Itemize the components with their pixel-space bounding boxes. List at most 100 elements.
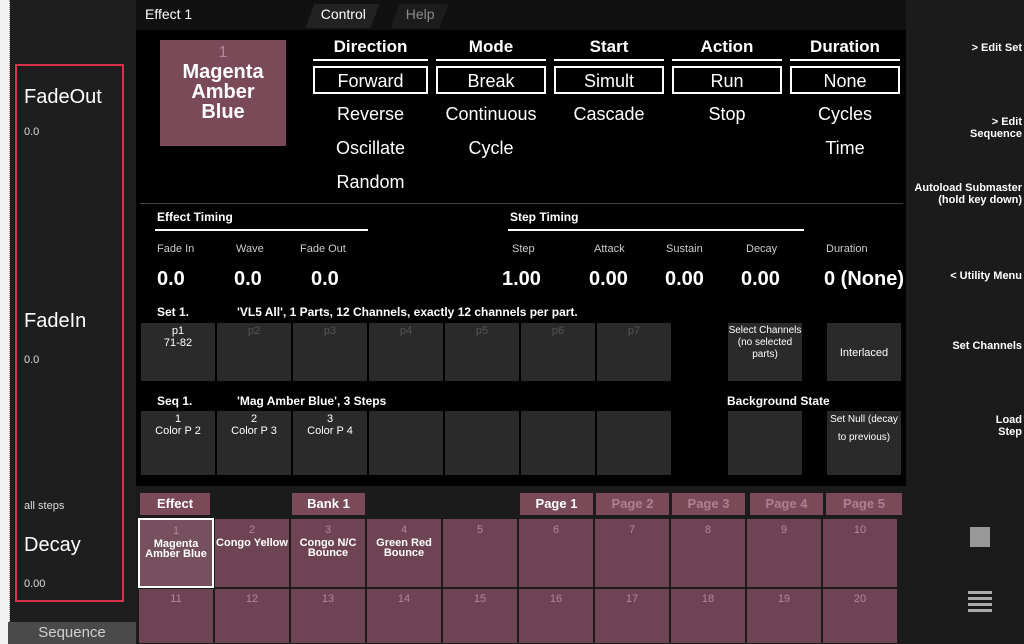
- effect-slot[interactable]: 6: [518, 518, 594, 588]
- fade-out-value[interactable]: 0.0: [311, 268, 339, 291]
- duration-timing-label: Duration: [826, 243, 868, 255]
- part-cell[interactable]: p5: [444, 322, 520, 382]
- effect-title: Effect 1: [145, 6, 193, 22]
- direction-oscillate[interactable]: Oscillate: [313, 135, 428, 163]
- utility-menu-button[interactable]: < Utility Menu: [906, 270, 1022, 282]
- part-cell[interactable]: p6: [520, 322, 596, 382]
- effect-timing-rule: [155, 229, 368, 231]
- part-cell[interactable]: p1 71-82: [140, 322, 216, 382]
- sustain-label: Sustain: [666, 243, 703, 255]
- duration-cycles[interactable]: Cycles: [790, 101, 900, 129]
- effect-slot[interactable]: 11: [138, 588, 214, 644]
- effect-slot[interactable]: 15: [442, 588, 518, 644]
- effect-slot[interactable]: 4 Green Red Bounce: [366, 518, 442, 588]
- edit-set-button[interactable]: > Edit Set: [962, 42, 1022, 54]
- effect-slot[interactable]: 14: [366, 588, 442, 644]
- action-stop[interactable]: Stop: [672, 101, 782, 129]
- effect-slot[interactable]: 2 Congo Yellow: [214, 518, 290, 588]
- effect-slot[interactable]: 16: [518, 588, 594, 644]
- step-cell-empty[interactable]: [520, 410, 596, 476]
- direction-forward[interactable]: Forward: [313, 66, 428, 94]
- part-cell[interactable]: p3: [292, 322, 368, 382]
- effect-slot[interactable]: 3 Congo N/C Bounce: [290, 518, 366, 588]
- duration-time[interactable]: Time: [790, 135, 900, 163]
- step-value[interactable]: 1.00: [502, 268, 541, 291]
- page-5-button[interactable]: Page 5: [826, 493, 902, 515]
- swatch-name-line: Amber: [191, 81, 255, 103]
- fade-in-value[interactable]: 0.0: [157, 268, 185, 291]
- menu-icon[interactable]: [968, 590, 992, 612]
- sequence-tab[interactable]: Sequence: [8, 622, 136, 644]
- set-null-button[interactable]: Set Null (decay to previous): [826, 410, 902, 476]
- page-2-button[interactable]: Page 2: [596, 493, 669, 515]
- effect-slot[interactable]: 5: [442, 518, 518, 588]
- divider: [140, 203, 903, 204]
- bank-1-button[interactable]: Bank 1: [292, 493, 365, 515]
- background-state-cell[interactable]: [727, 410, 803, 476]
- effect-slot[interactable]: 1 Magenta Amber Blue: [138, 518, 214, 588]
- effect-bank-button[interactable]: Effect: [140, 493, 210, 515]
- step-label: Step: [512, 243, 535, 255]
- fadein-label: FadeIn: [24, 310, 87, 332]
- step-cell-empty[interactable]: [368, 410, 444, 476]
- effect-slot[interactable]: 17: [594, 588, 670, 644]
- start-simult[interactable]: Simult: [554, 66, 664, 94]
- left-edge-strip: [0, 0, 10, 644]
- mode-continuous[interactable]: Continuous: [436, 101, 546, 129]
- autoload-submaster-button[interactable]: Autoload Submaster (hold key down): [906, 182, 1022, 206]
- slot-number: 6: [552, 524, 560, 536]
- direction-random[interactable]: Random: [313, 169, 428, 197]
- swatch-number: 1: [218, 44, 228, 61]
- step-timing-title: Step Timing: [510, 210, 579, 224]
- page-4-button[interactable]: Page 4: [750, 493, 823, 515]
- fadein-value[interactable]: 0.0: [24, 354, 39, 366]
- step-cell[interactable]: 2 Color P 3: [216, 410, 292, 476]
- start-cascade[interactable]: Cascade: [554, 101, 664, 129]
- wave-value[interactable]: 0.0: [234, 268, 262, 291]
- part-cell[interactable]: p4: [368, 322, 444, 382]
- part-cell[interactable]: p7: [596, 322, 672, 382]
- fadeout-value[interactable]: 0.0: [24, 126, 39, 138]
- stop-icon[interactable]: [970, 527, 990, 547]
- direction-reverse[interactable]: Reverse: [313, 101, 428, 129]
- page-3-button[interactable]: Page 3: [672, 493, 745, 515]
- decay-timing-value[interactable]: 0.00: [741, 268, 780, 291]
- attack-value[interactable]: 0.00: [589, 268, 628, 291]
- decay-value[interactable]: 0.00: [24, 578, 45, 590]
- effect-color-swatch: 1 Magenta Amber Blue: [160, 40, 286, 146]
- sustain-value[interactable]: 0.00: [665, 268, 704, 291]
- effect-slot[interactable]: 13: [290, 588, 366, 644]
- set-channels-button[interactable]: Set Channels: [952, 340, 1022, 352]
- mode-break[interactable]: Break: [436, 66, 546, 94]
- tab-control[interactable]: Control: [305, 4, 380, 28]
- effect-slot[interactable]: 20: [822, 588, 898, 644]
- duration-none[interactable]: None: [790, 66, 900, 94]
- effect-slot[interactable]: 18: [670, 588, 746, 644]
- step-cell[interactable]: 1 Color P 2: [140, 410, 216, 476]
- part-cell[interactable]: p2: [216, 322, 292, 382]
- page-1-button[interactable]: Page 1: [520, 493, 593, 515]
- step-color: Color P 3: [231, 425, 277, 437]
- effect-slot[interactable]: 19: [746, 588, 822, 644]
- mode-header: Mode: [436, 37, 546, 61]
- effect-slot[interactable]: 8: [670, 518, 746, 588]
- effect-slot[interactable]: 10: [822, 518, 898, 588]
- effect-slot[interactable]: 12: [214, 588, 290, 644]
- effect-slot[interactable]: 9: [746, 518, 822, 588]
- effect-slot[interactable]: 7: [594, 518, 670, 588]
- decay-label: Decay: [24, 534, 81, 556]
- action-run[interactable]: Run: [672, 66, 782, 94]
- edit-sequence-button[interactable]: > Edit Sequence: [946, 116, 1022, 140]
- step-cell-empty[interactable]: [444, 410, 520, 476]
- slot-number: 9: [780, 524, 788, 536]
- select-channels-button[interactable]: Select Channels (no selected parts): [727, 322, 803, 382]
- tab-help[interactable]: Help: [390, 4, 449, 28]
- step-cell-empty[interactable]: [596, 410, 672, 476]
- swatch-name-line: Blue: [201, 101, 245, 123]
- step-cell[interactable]: 3 Color P 4: [292, 410, 368, 476]
- load-step-button[interactable]: Load Step: [972, 414, 1022, 438]
- interlaced-button[interactable]: Interlaced: [826, 322, 902, 382]
- action-header: Action: [672, 37, 782, 61]
- mode-cycle[interactable]: Cycle: [436, 135, 546, 163]
- duration-timing-value[interactable]: 0 (None): [824, 268, 904, 291]
